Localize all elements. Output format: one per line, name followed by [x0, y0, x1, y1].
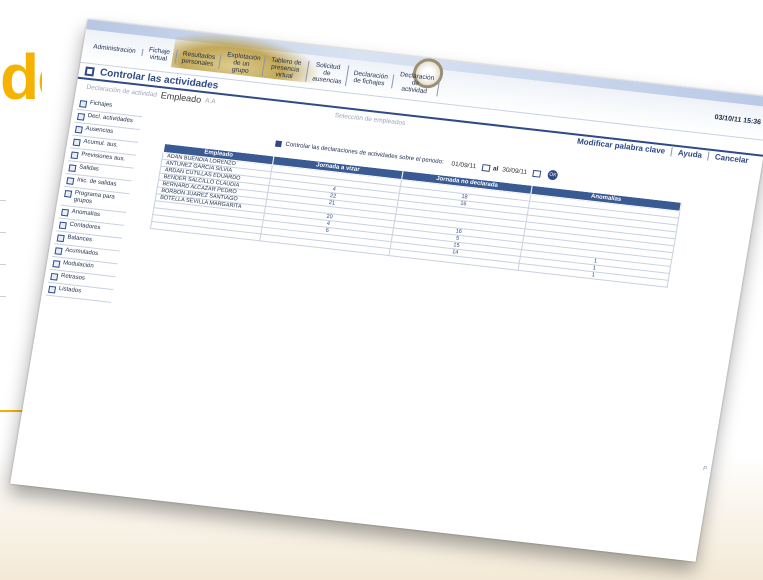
- sidebar-item-label: Programa para grupos: [73, 190, 116, 206]
- help-link[interactable]: Ayuda: [671, 147, 710, 161]
- sidebar: Fichajes Decl. actividades Ausencias Acu…: [45, 96, 145, 303]
- sidebar-item-icon: [66, 177, 75, 185]
- calendar-icon[interactable]: [481, 163, 491, 172]
- sidebar-item-icon: [52, 260, 61, 268]
- sidebar-item-icon: [56, 234, 65, 243]
- sidebar-item-icon: [76, 112, 86, 121]
- sidebar-item-label: Acumul. aus.: [82, 138, 119, 149]
- sidebar-item-icon: [72, 138, 81, 147]
- scroll-marker: P: [702, 466, 708, 473]
- breadcrumb-suffix: A.A: [204, 96, 217, 105]
- menu-fichaje-virtual[interactable]: Fichaje virtual: [141, 45, 178, 64]
- sidebar-item-label: Retrasos: [60, 273, 86, 282]
- content-area: Fichajes Decl. actividades Ausencias Acu…: [10, 93, 761, 562]
- date-to-label: al: [492, 164, 499, 173]
- date-to-field[interactable]: 30/09/11: [502, 166, 528, 176]
- menu-declaracion-fichajes[interactable]: Declaración de fichajes: [346, 68, 395, 88]
- sidebar-item-icon: [54, 247, 63, 255]
- menu-administracion[interactable]: Administración: [86, 42, 144, 56]
- page-title-icon: [84, 66, 95, 76]
- sidebar-item-icon: [68, 164, 77, 173]
- ok-button[interactable]: OK: [547, 169, 559, 181]
- sidebar-item-icon: [74, 125, 83, 134]
- sidebar-item-label: Anomalías: [71, 208, 101, 219]
- screenshot-frame: Administración Fichaje virtual Resultado…: [0, 14, 763, 571]
- sidebar-item-icon: [70, 151, 79, 160]
- sidebar-item-icon: [58, 221, 67, 230]
- sidebar-item-label: Salidas: [78, 164, 100, 173]
- current-datetime: 03/10/11 15:36: [713, 114, 762, 127]
- sidebar-item-label: Inic. de salidas: [76, 177, 117, 188]
- sidebar-item-label: Modulación: [62, 260, 95, 270]
- sidebar-item-icon: [48, 285, 57, 294]
- sidebar-item-icon: [79, 100, 88, 108]
- sidebar-item-label: Fichajes: [89, 100, 113, 109]
- sidebar-item-label: Balances: [66, 234, 93, 244]
- app-window: Administración Fichaje virtual Resultado…: [10, 19, 763, 562]
- menu-solicitud-ausencias[interactable]: Solicitud de ausencias: [305, 60, 349, 87]
- brochure-tick: [0, 200, 6, 201]
- period-checkbox[interactable]: [275, 140, 282, 148]
- sidebar-item-label: Previsiones aus.: [80, 151, 126, 163]
- sidebar-item-label: Listados: [58, 285, 82, 295]
- calendar-icon[interactable]: [532, 169, 542, 178]
- date-from-field[interactable]: 01/09/11: [451, 160, 477, 170]
- menu-declaracion-actividad[interactable]: Declaración de actividad: [391, 70, 441, 97]
- sidebar-item-label: Contadores: [69, 221, 101, 232]
- sidebar-item-icon: [50, 272, 59, 281]
- sidebar-item-label: Decl. actividades: [87, 113, 134, 125]
- sidebar-item-icon: [64, 189, 73, 198]
- sidebar-item-label: Ausencias: [85, 125, 114, 135]
- sidebar-item-label: Acumulados: [64, 247, 99, 258]
- sidebar-item-icon: [60, 208, 70, 217]
